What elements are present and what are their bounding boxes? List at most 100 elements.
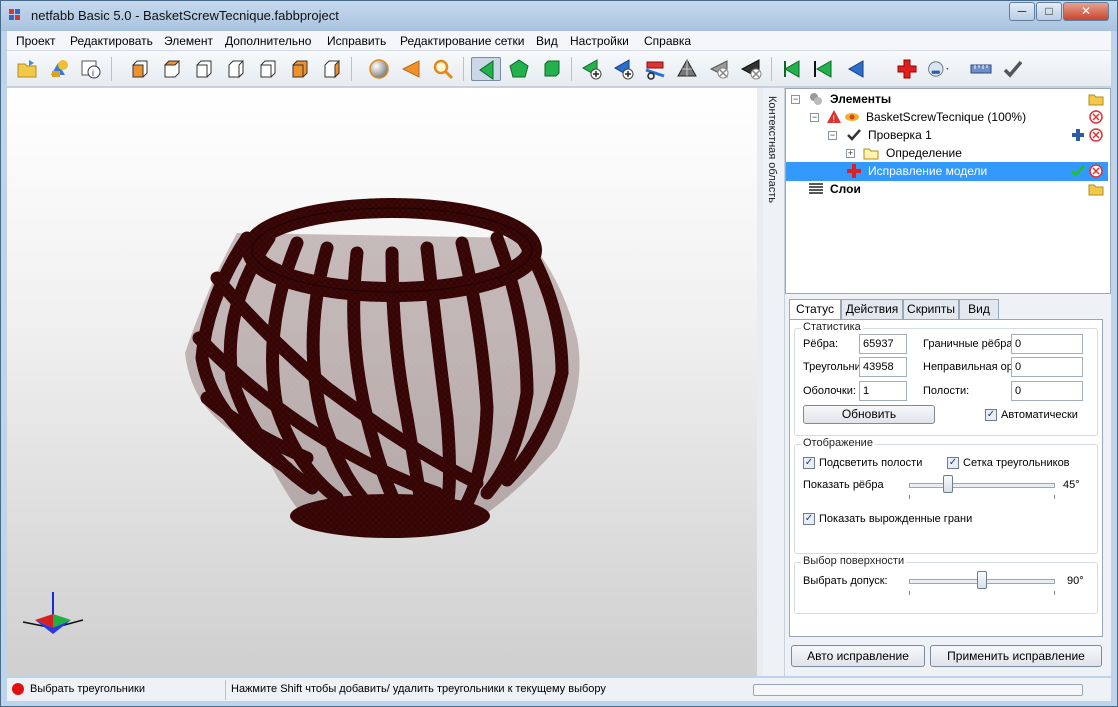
- select-surface-icon[interactable]: [539, 57, 563, 81]
- statistics-group: Статистика Рёбра: 65937 Треугольни 43958…: [794, 321, 1098, 436]
- toolbar: i: [7, 51, 1111, 87]
- basket-model-render: [22, 198, 580, 634]
- cut-icon[interactable]: [643, 57, 667, 81]
- 3d-viewport[interactable]: [7, 88, 757, 676]
- edges-field: 65937: [859, 334, 907, 354]
- add-part-icon[interactable]: [47, 57, 71, 81]
- parts-icon: [810, 93, 822, 105]
- status-hint: Нажмите Shift чтобы добавить/ удалить тр…: [231, 683, 606, 695]
- view-front-icon[interactable]: [127, 57, 151, 81]
- shells-label: Оболочки:: [803, 385, 856, 397]
- view-right-icon[interactable]: [223, 57, 247, 81]
- tolerance-label: Выбрать допуск:: [803, 575, 888, 587]
- status-tab-page: Статистика Рёбра: 65937 Треугольни 43958…: [789, 319, 1103, 637]
- tree-item-layers[interactable]: Слои: [830, 180, 861, 198]
- tab-view[interactable]: Вид: [959, 299, 999, 319]
- display-label: Отображение: [801, 437, 875, 449]
- view-top-icon[interactable]: [255, 57, 279, 81]
- mesh-icon[interactable]: [675, 57, 699, 81]
- open-project-icon[interactable]: [15, 57, 39, 81]
- tab-actions[interactable]: Действия: [841, 299, 903, 319]
- triangles-field: 43958: [859, 357, 907, 377]
- menu-help[interactable]: Справка: [644, 34, 691, 48]
- arrow-left-blue-icon[interactable]: [843, 57, 867, 81]
- sphere-icon[interactable]: [367, 57, 391, 81]
- triangle-mesh-checkbox[interactable]: ✓: [947, 457, 959, 469]
- expand-toggle-icon[interactable]: +: [846, 149, 855, 158]
- part-info-icon[interactable]: i: [79, 57, 103, 81]
- close-button[interactable]: ✕: [1063, 2, 1109, 21]
- arrow-left-green-icon[interactable]: [779, 57, 803, 81]
- visibility-eye-icon[interactable]: [844, 109, 860, 125]
- add-point-icon[interactable]: [611, 57, 635, 81]
- view-back-icon[interactable]: [159, 57, 183, 81]
- display-group: Отображение ✓ Подсветить полости ✓ Сетка…: [794, 437, 1098, 554]
- menu-view[interactable]: Вид: [536, 34, 558, 48]
- menu-part[interactable]: Элемент: [164, 34, 213, 48]
- show-edges-slider[interactable]: [943, 475, 953, 493]
- border-edges-label: Граничные рёбра: [923, 338, 1011, 350]
- open-folder-icon[interactable]: [1088, 91, 1104, 107]
- remove-circle-icon[interactable]: [1088, 109, 1104, 125]
- zoom-icon[interactable]: [431, 57, 455, 81]
- menu-project[interactable]: Проект: [16, 34, 56, 48]
- surface-selection-label: Выбор поверхности: [801, 555, 907, 567]
- view-perspective-icon[interactable]: [319, 57, 343, 81]
- remove-degenerate-icon[interactable]: [707, 57, 731, 81]
- auto-checkbox[interactable]: ✓: [985, 409, 997, 421]
- title-bar: netfabb Basic 5.0 - BasketScrewTecnique.…: [1, 1, 1117, 31]
- remove-circle-icon[interactable]: [1088, 163, 1104, 179]
- tolerance-slider[interactable]: [977, 571, 987, 589]
- select-shell-icon[interactable]: [507, 57, 531, 81]
- menu-extras[interactable]: Дополнительно: [225, 34, 311, 48]
- collapse-toggle-icon[interactable]: −: [791, 95, 800, 104]
- surface-selection-group: Выбор поверхности Выбрать допуск: 90°: [794, 555, 1098, 614]
- minimize-button[interactable]: ─: [1009, 2, 1035, 21]
- tree-item-check[interactable]: Проверка 1: [868, 126, 932, 144]
- menu-edit[interactable]: Редактировать: [70, 34, 153, 48]
- collapse-toggle-icon[interactable]: −: [810, 113, 819, 122]
- apply-check-icon[interactable]: [1001, 57, 1025, 81]
- show-edges-label: Показать рёбра: [803, 479, 884, 491]
- arrow-left-green2-icon[interactable]: [811, 57, 835, 81]
- holes-label: Полости:: [923, 385, 970, 397]
- tree-item-model[interactable]: BasketScrewTecnique (100%): [866, 108, 1026, 126]
- view-bottom-icon[interactable]: [287, 57, 311, 81]
- highlight-holes-checkbox[interactable]: ✓: [803, 457, 815, 469]
- measure-dropdown-icon[interactable]: [927, 57, 957, 81]
- show-degenerate-label: Показать вырожденные грани: [819, 513, 973, 525]
- tree-item-repair[interactable]: Исправление модели: [868, 162, 987, 180]
- svg-text:i: i: [92, 68, 94, 78]
- tree-item-parts[interactable]: Элементы: [830, 90, 891, 108]
- slider-ticks: [909, 495, 1055, 499]
- border-edges-field: 0: [1011, 334, 1083, 354]
- triangles-label: Треугольни: [803, 361, 859, 373]
- menu-settings[interactable]: Настройки: [570, 34, 629, 48]
- tab-scripts[interactable]: Скрипты: [903, 299, 959, 319]
- open-folder-icon[interactable]: [1088, 181, 1104, 197]
- tree-item-definition[interactable]: Определение: [886, 144, 962, 162]
- auto-repair-button[interactable]: Авто исправление: [791, 645, 925, 667]
- delete-triangle-icon[interactable]: [739, 57, 763, 81]
- menu-repair[interactable]: Исправить: [327, 34, 386, 48]
- show-degenerate-checkbox[interactable]: ✓: [803, 513, 815, 525]
- collapse-toggle-icon[interactable]: −: [828, 131, 837, 140]
- add-plus-icon[interactable]: [1070, 127, 1086, 143]
- select-triangles-icon[interactable]: [471, 57, 501, 81]
- refresh-button[interactable]: Обновить: [803, 405, 935, 424]
- status-bar: Выбрать треугольники Нажмите Shift чтобы…: [7, 677, 1111, 701]
- remove-circle-icon[interactable]: [1088, 127, 1104, 143]
- apply-check-icon[interactable]: [1070, 163, 1086, 179]
- menu-mesh-edit[interactable]: Редактирование сетки: [400, 34, 524, 48]
- context-area-tab[interactable]: Контекстная область: [763, 88, 785, 676]
- ruler-icon[interactable]: [969, 57, 993, 81]
- add-triangle-icon[interactable]: [579, 57, 603, 81]
- status-mode: Выбрать треугольники: [30, 683, 145, 695]
- cone-icon[interactable]: [399, 57, 423, 81]
- tab-status[interactable]: Статус: [789, 299, 841, 320]
- repair-cross-icon[interactable]: [895, 57, 919, 81]
- apply-repair-button[interactable]: Применить исправление: [930, 645, 1102, 667]
- view-left-icon[interactable]: [191, 57, 215, 81]
- maximize-button[interactable]: □: [1036, 2, 1062, 21]
- show-edges-track: [909, 483, 1055, 488]
